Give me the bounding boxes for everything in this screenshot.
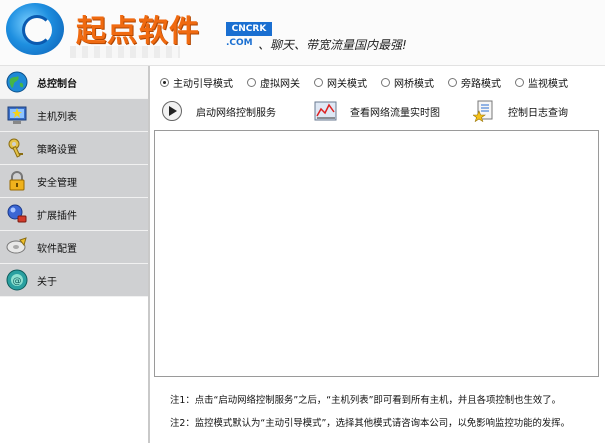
- brand-logo-icon: [6, 3, 64, 55]
- mode-virtual-gateway[interactable]: 虚拟网关: [247, 74, 300, 90]
- mode-label: 网桥模式: [394, 78, 434, 90]
- main-panel: 主动引导模式 虚拟网关 网关模式 网桥模式 旁路模式 监视模式 启动网络控制服务…: [152, 66, 605, 443]
- mode-bypass[interactable]: 旁路模式: [448, 74, 501, 90]
- sidebar-item-software-config[interactable]: 软件配置: [0, 231, 148, 264]
- output-panel: [154, 130, 599, 377]
- mode-label: 旁路模式: [461, 78, 501, 90]
- view-traffic-chart-button[interactable]: 查看网络流量实时图: [314, 98, 440, 124]
- play-icon: [160, 99, 184, 123]
- disc-config-icon: [5, 235, 29, 259]
- tool-label: 查看网络流量实时图: [350, 107, 440, 119]
- plugin-icon: [5, 202, 29, 226]
- sidebar-item-label: 总控制台: [37, 78, 77, 90]
- mode-label: 监视模式: [528, 78, 568, 90]
- radio-button[interactable]: [381, 77, 390, 87]
- sidebar-item-label: 策略设置: [37, 144, 77, 156]
- note-2: 注2：监控模式默认为“主动引导模式”，选择其他模式请咨询本公司，以免影响监控功能…: [170, 418, 571, 429]
- sidebar-item-label: 关于: [37, 276, 57, 288]
- note-1: 注1：点击“启动网络控制服务”之后，“主机列表”即可看到所有主机，并且各项控制也…: [170, 395, 562, 406]
- key-icon: [5, 136, 29, 160]
- mode-label: 虚拟网关: [260, 78, 300, 90]
- app-header: 起点软件 CNCRK .COM 、聊天、带宽流量国内最强!: [0, 0, 605, 66]
- brand-badge: CNCRK: [226, 22, 272, 36]
- mode-label: 主动引导模式: [173, 78, 233, 90]
- sidebar-item-security[interactable]: 安全管理: [0, 165, 148, 198]
- brand-domain: .COM: [226, 38, 253, 48]
- radio-button[interactable]: [515, 77, 524, 87]
- lock-icon: [5, 169, 29, 193]
- mode-radio-group: 主动引导模式 虚拟网关 网关模式 网桥模式 旁路模式 监视模式: [160, 74, 605, 90]
- traffic-chart-icon: [314, 99, 338, 123]
- sidebar: 总控制台 主机列表 策略设置 安全管理 扩展插件 软件配置 @ 关于: [0, 66, 150, 443]
- sidebar-item-plugins[interactable]: 扩展插件: [0, 198, 148, 231]
- globe-icon: [5, 70, 29, 94]
- blurred-region: [70, 46, 180, 58]
- mode-bridge[interactable]: 网桥模式: [381, 74, 434, 90]
- control-log-query-button[interactable]: 控制日志查询: [472, 98, 568, 124]
- sidebar-item-label: 安全管理: [37, 177, 77, 189]
- mode-label: 网关模式: [327, 78, 367, 90]
- host-list-icon: [5, 103, 29, 127]
- sidebar-item-policy[interactable]: 策略设置: [0, 132, 148, 165]
- header-slogan: 、聊天、带宽流量国内最强!: [258, 38, 407, 52]
- log-query-icon: [472, 99, 496, 123]
- sidebar-item-label: 软件配置: [37, 243, 77, 255]
- radio-button[interactable]: [448, 77, 457, 87]
- sidebar-item-about[interactable]: @ 关于: [0, 264, 148, 297]
- sidebar-item-label: 扩展插件: [37, 210, 77, 222]
- toolbar: 启动网络控制服务 查看网络流量实时图 控制日志查询: [158, 98, 598, 124]
- mode-gateway[interactable]: 网关模式: [314, 74, 367, 90]
- radio-button[interactable]: [247, 77, 256, 87]
- start-control-service-button[interactable]: 启动网络控制服务: [160, 98, 276, 124]
- svg-text:@: @: [13, 277, 22, 287]
- mode-monitor[interactable]: 监视模式: [515, 74, 568, 90]
- tool-label: 控制日志查询: [508, 107, 568, 119]
- sidebar-item-console[interactable]: 总控制台: [0, 66, 148, 99]
- about-icon: @: [5, 268, 29, 292]
- tool-label: 启动网络控制服务: [196, 107, 276, 119]
- sidebar-item-label: 主机列表: [37, 111, 77, 123]
- sidebar-item-host-list[interactable]: 主机列表: [0, 99, 148, 132]
- mode-active-guide[interactable]: 主动引导模式: [160, 74, 233, 90]
- radio-button[interactable]: [160, 77, 169, 87]
- radio-button[interactable]: [314, 77, 323, 87]
- brand-name: 起点软件: [76, 14, 200, 49]
